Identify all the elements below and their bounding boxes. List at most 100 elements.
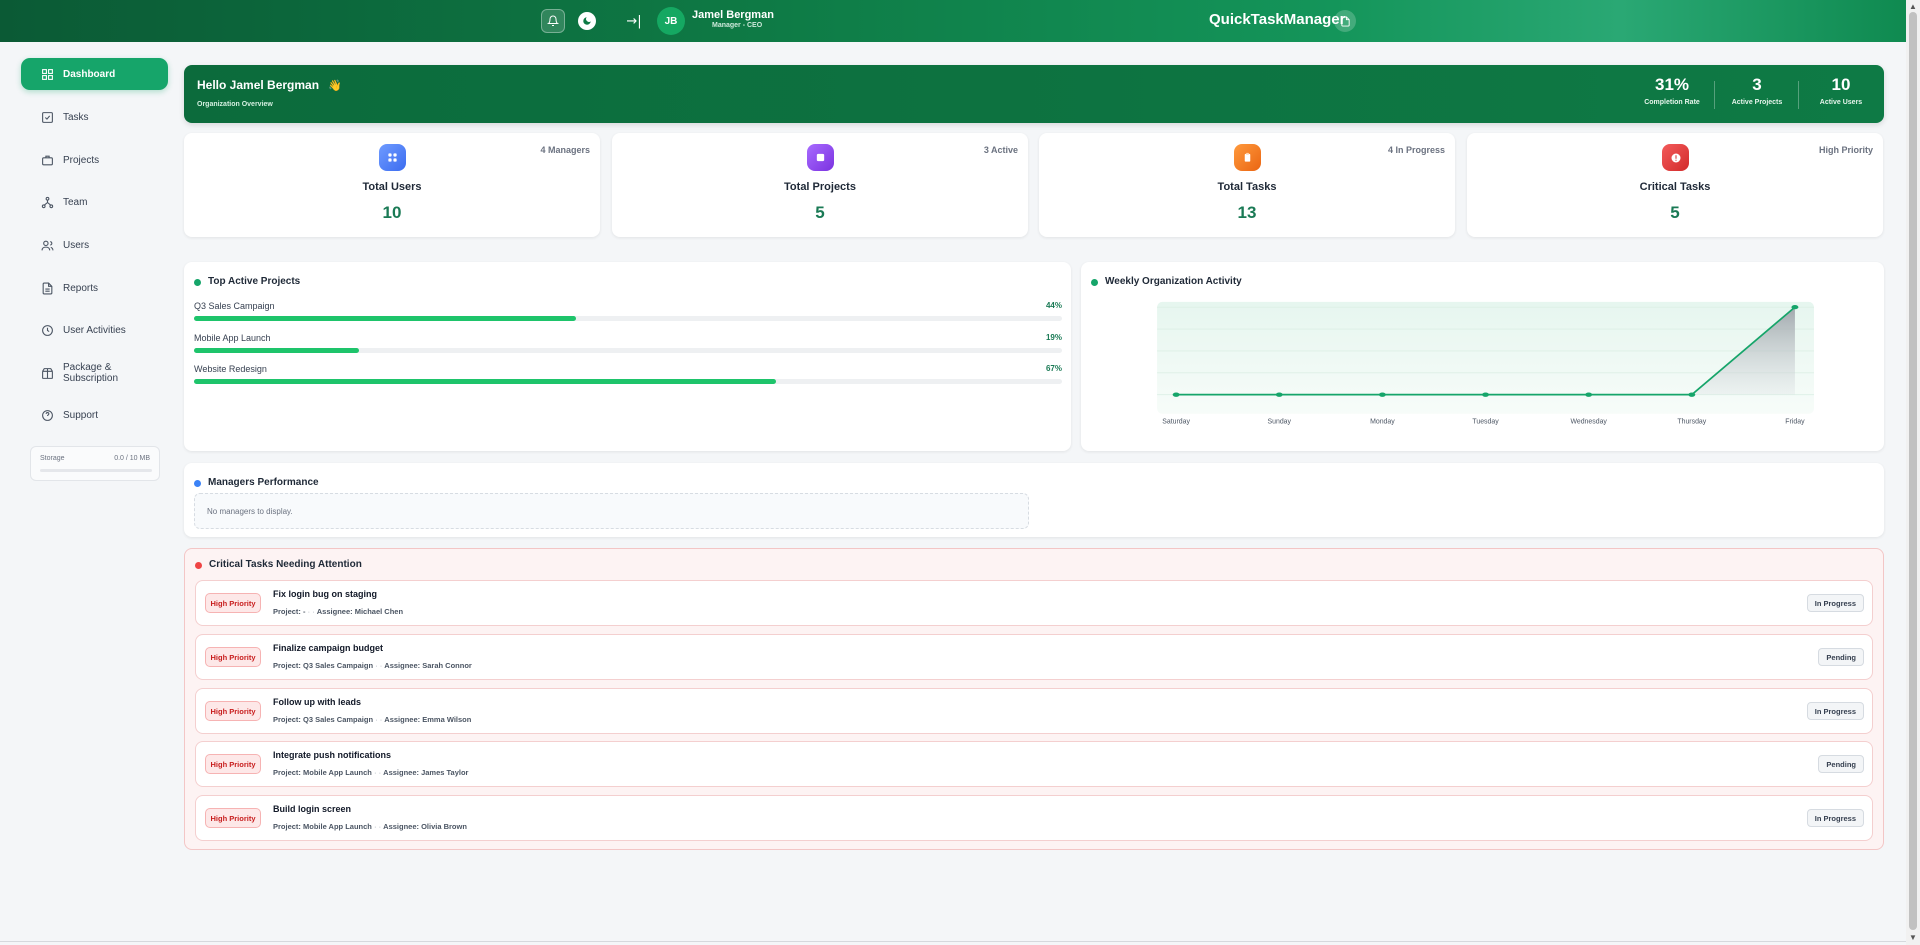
panel-title: Top Active Projects	[208, 276, 301, 287]
task-meta: Project: Q3 Sales Campaign · · Assignee:…	[273, 661, 472, 670]
empty-text: No managers to display.	[207, 507, 293, 516]
storage-label: Storage	[40, 455, 65, 462]
task-project: Project: Mobile App Launch	[273, 822, 372, 831]
sidebar-item-projects[interactable]: Projects	[21, 144, 168, 176]
sidebar-item-label: Dashboard	[63, 68, 116, 80]
critical-task-row[interactable]: High Priority Follow up with leads Proje…	[195, 688, 1873, 734]
task-title[interactable]: Follow up with leads	[273, 697, 361, 707]
priority-badge: High Priority	[205, 808, 261, 828]
panel-title: Managers Performance	[208, 477, 319, 488]
stat-label: Completion Rate	[1644, 99, 1700, 106]
task-meta: Project: Q3 Sales Campaign · · Assignee:…	[273, 715, 471, 724]
task-project: Project: Q3 Sales Campaign	[273, 661, 374, 670]
data-point	[1172, 392, 1180, 397]
data-point	[1482, 392, 1489, 397]
users-grid-icon	[379, 144, 406, 171]
team-icon	[41, 196, 54, 208]
task-assignee: Assignee: James Taylor	[383, 768, 469, 777]
critical-task-row[interactable]: High Priority Finalize campaign budget P…	[195, 634, 1873, 680]
card-badge: 3 Active	[983, 145, 1018, 155]
sidebar-item-users[interactable]: Users	[21, 229, 168, 261]
sidebar-item-label: Tasks	[63, 111, 89, 123]
collapse-sidebar-icon[interactable]: →|	[622, 9, 646, 33]
progress-track	[194, 379, 1062, 384]
app-document-icon[interactable]	[1334, 10, 1356, 32]
priority-badge: High Priority	[205, 701, 261, 721]
user-avatar[interactable]: JB	[657, 7, 685, 35]
stat-value: 10	[1831, 75, 1851, 94]
project-percent: 67%	[1045, 364, 1062, 373]
briefcase-icon	[42, 155, 53, 165]
section-dot	[194, 480, 201, 487]
help-icon	[42, 409, 53, 421]
separator: · ·	[371, 822, 384, 831]
sidebar-item-label: Package & Subscription	[63, 362, 119, 384]
task-title[interactable]: Finalize campaign budget	[273, 643, 383, 653]
scroll-down-icon[interactable]: ▼	[1909, 933, 1917, 942]
panel-title: Weekly Organization Activity	[1105, 276, 1242, 287]
card-badge: High Priority	[1818, 145, 1873, 155]
card-value: 13	[1237, 203, 1257, 222]
sidebar-item-package-subscription[interactable]: Package & Subscription	[21, 357, 168, 389]
page-bottom-border	[0, 941, 1906, 942]
x-tick-label: Friday	[1785, 418, 1805, 425]
x-tick-label: Thursday	[1677, 418, 1706, 425]
storage-value: 0.0 / 10 MB	[114, 455, 150, 462]
card-badge: 4 Managers	[540, 145, 590, 155]
user-name[interactable]: Jamel Bergman	[692, 9, 774, 21]
top-bar: →| JB Jamel Bergman Manager - CEO QuickT…	[0, 0, 1906, 42]
sidebar-item-support[interactable]: Support	[21, 399, 168, 431]
task-title[interactable]: Fix login bug on staging	[273, 589, 377, 599]
wave-emoji-icon: 👋	[328, 79, 343, 92]
sidebar-item-user-activities[interactable]: User Activities	[21, 314, 168, 346]
sidebar-item-team[interactable]: Team	[21, 186, 168, 218]
progress-fill	[194, 348, 359, 353]
status-badge: Pending	[1818, 755, 1864, 773]
sidebar-item-dashboard[interactable]: Dashboard	[21, 58, 168, 90]
clipboard-icon	[1234, 144, 1261, 171]
priority-badge: High Priority	[205, 754, 261, 774]
scroll-up-icon[interactable]: ▲	[1909, 2, 1917, 11]
progress-track	[194, 348, 1062, 353]
total-projects-card[interactable]: 3 Active Total Projects 5	[612, 133, 1028, 237]
stat-value: 31%	[1654, 75, 1690, 94]
task-title[interactable]: Integrate push notifications	[273, 750, 391, 760]
sidebar-item-label: Reports	[63, 282, 99, 294]
task-title[interactable]: Build login screen	[273, 804, 351, 814]
x-tick-label: Saturday	[1162, 418, 1190, 425]
data-point	[1378, 392, 1386, 397]
progress-track	[194, 316, 1062, 321]
panel-title: Critical Tasks Needing Attention	[209, 559, 362, 570]
sidebar-item-tasks[interactable]: Tasks	[21, 101, 168, 133]
status-badge: In Progress	[1806, 809, 1864, 827]
page-scrollbar[interactable]: ▲ ▼	[1906, 0, 1920, 945]
scroll-thumb[interactable]	[1909, 12, 1917, 930]
weekly-activity-chart: Saturday Sunday Monday Tuesday Wednesday Thur…	[1157, 301, 1814, 425]
total-users-card[interactable]: 4 Managers Total Users 10	[184, 133, 600, 237]
progress-fill	[194, 379, 776, 384]
package-icon	[42, 367, 53, 379]
theme-toggle-icon[interactable]	[575, 9, 599, 33]
critical-task-row[interactable]: High Priority Build login screen Project…	[195, 795, 1873, 841]
critical-tasks-panel: Critical Tasks Needing Attention High Pr…	[184, 548, 1884, 850]
sidebar-item-label: Support	[63, 409, 99, 421]
x-tick-label: Tuesday	[1472, 418, 1499, 425]
data-point	[1688, 392, 1696, 397]
separator: · ·	[373, 661, 385, 670]
sidebar-item-reports[interactable]: Reports	[21, 272, 168, 304]
stat-label: Active Users	[1819, 99, 1863, 106]
total-tasks-card[interactable]: 4 In Progress Total Tasks 13	[1039, 133, 1455, 237]
storage-widget: Storage 0.0 / 10 MB	[30, 446, 160, 481]
critical-tasks-card[interactable]: High Priority Critical Tasks 5	[1467, 133, 1883, 237]
critical-task-row[interactable]: High Priority Fix login bug on staging P…	[195, 580, 1873, 626]
card-label: Total Tasks	[1217, 181, 1277, 193]
notifications-bell-icon[interactable]	[541, 9, 565, 33]
task-meta: Project: Mobile App Launch · · Assignee:…	[273, 822, 467, 831]
data-point	[1275, 392, 1283, 397]
x-tick-label: Monday	[1370, 418, 1395, 425]
divider	[1798, 81, 1799, 109]
sidebar-item-label: Projects	[63, 154, 100, 166]
project-name: Q3 Sales Campaign	[194, 301, 275, 311]
critical-task-row[interactable]: High Priority Integrate push notificatio…	[195, 741, 1873, 787]
task-assignee: Assignee: Olivia Brown	[383, 822, 467, 831]
